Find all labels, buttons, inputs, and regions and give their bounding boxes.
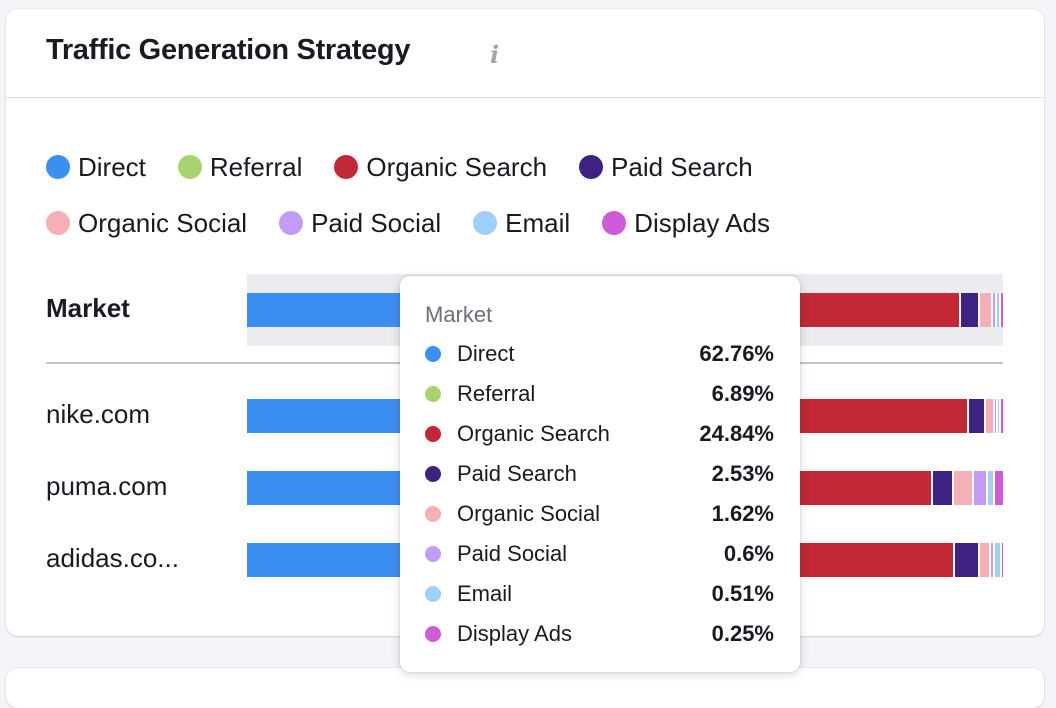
- tooltip-value: 62.76%: [699, 341, 774, 366]
- row-label-adidas-co: adidas.co...: [46, 543, 179, 573]
- legend-dot-icon: [46, 155, 70, 179]
- legend-label: Display Ads: [634, 207, 771, 238]
- bar-segment-paid-search[interactable]: [968, 399, 987, 433]
- tooltip-label: Email: [457, 581, 513, 606]
- legend-dot-icon: [602, 211, 627, 235]
- tooltip-dot-icon: [425, 506, 441, 522]
- next-card: [6, 668, 1044, 708]
- legend-item-direct[interactable]: Direct: [46, 152, 146, 183]
- legend-item-paid-search[interactable]: Paid Search: [579, 152, 753, 183]
- tooltip-dot-icon: [425, 466, 441, 482]
- bar-segment-display-ads[interactable]: [1001, 399, 1003, 433]
- bar-segment-email[interactable]: [994, 543, 1003, 577]
- chart-legend: Direct Referral Organic Search Paid Search O…: [46, 139, 896, 251]
- tooltip-row-direct: Direct 62.76%: [425, 334, 774, 374]
- legend-item-email[interactable]: Email: [473, 208, 570, 239]
- legend-item-organic-social[interactable]: Organic Social: [46, 208, 247, 239]
- tooltip-label: Referral: [457, 381, 536, 406]
- info-icon[interactable]: i: [490, 40, 499, 69]
- bar-segment-organic-search[interactable]: [773, 293, 962, 327]
- legend-row: Direct Referral Organic Search Paid Search: [46, 139, 896, 195]
- bar-segment-paid-search[interactable]: [955, 543, 981, 577]
- legend-label: Organic Social: [78, 207, 248, 238]
- bar-segment-display-ads[interactable]: [1001, 293, 1003, 327]
- tooltip-dot-icon: [425, 626, 441, 642]
- legend-dot-icon: [177, 155, 202, 179]
- tooltip-value: 2.53%: [711, 461, 774, 486]
- tooltip-value: 0.51%: [711, 581, 774, 606]
- bar-segment-organic-social[interactable]: [954, 471, 975, 505]
- legend-dot-icon: [46, 211, 70, 235]
- tooltip-label: Paid Search: [457, 461, 577, 486]
- tooltip-row-email: Email 0.51%: [425, 574, 774, 614]
- tooltip-dot-icon: [425, 386, 441, 402]
- legend-item-organic-search[interactable]: Organic Search: [334, 152, 547, 183]
- tooltip-value: 0.6%: [723, 541, 774, 566]
- legend-label: Direct: [78, 151, 146, 182]
- tooltip-row-paid-search: Paid Search 2.53%: [425, 454, 774, 494]
- bar-segment-display-ads[interactable]: [1002, 543, 1003, 577]
- legend-dot-icon: [579, 155, 604, 179]
- tooltip-row-organic-search: Organic Search 24.84%: [425, 414, 774, 454]
- legend-item-referral[interactable]: Referral: [177, 151, 303, 183]
- bar-segment-paid-search[interactable]: [961, 293, 981, 327]
- legend-item-paid-social[interactable]: Paid Social: [279, 208, 441, 239]
- card-header: Traffic Generation Strategy i: [6, 9, 1044, 98]
- row-label-market: Market: [46, 293, 130, 323]
- bar-segment-organic-social[interactable]: [980, 293, 993, 327]
- legend-dot-icon: [279, 211, 304, 235]
- tooltip: Market Direct 62.76% Referral 6.89% Organic …: [400, 276, 800, 672]
- bar-segment-display-ads[interactable]: [995, 471, 1003, 505]
- legend-item-display-ads[interactable]: Display Ads: [602, 208, 770, 239]
- bar-segment-email[interactable]: [987, 471, 996, 505]
- tooltip-row-paid-social: Paid Social 0.6%: [425, 534, 774, 574]
- tooltip-label: Organic Search: [457, 421, 610, 446]
- row-label-nike-com: nike.com: [46, 399, 151, 429]
- legend-label: Organic Search: [366, 151, 548, 182]
- tooltip-dot-icon: [425, 346, 441, 362]
- tooltip-label: Direct: [457, 341, 515, 366]
- legend-dot-icon: [334, 155, 359, 179]
- row-label-puma-com: puma.com: [46, 471, 168, 501]
- legend-label: Paid Social: [311, 207, 442, 238]
- tooltip-row-organic-social: Organic Social 1.62%: [425, 494, 774, 534]
- bar-segment-organic-social[interactable]: [986, 399, 996, 433]
- tooltip-label: Organic Social: [457, 501, 601, 526]
- legend-dot-icon: [473, 211, 498, 235]
- tooltip-label: Display Ads: [457, 621, 572, 646]
- tooltip-dot-icon: [425, 426, 441, 442]
- legend-label: Paid Search: [611, 151, 753, 182]
- tooltip-row-display-ads: Display Ads 0.25%: [425, 614, 774, 654]
- bar-segment-organic-social[interactable]: [980, 543, 991, 577]
- legend-label: Referral: [209, 151, 303, 182]
- tooltip-row-referral: Referral 6.89%: [425, 374, 774, 414]
- tooltip-value: 0.25%: [711, 621, 774, 646]
- tooltip-value: 6.89%: [711, 381, 774, 406]
- bar-segment-paid-social[interactable]: [974, 471, 988, 505]
- tooltip-title: Market: [425, 302, 493, 327]
- tooltip-dot-icon: [425, 586, 441, 602]
- tooltip-label: Paid Social: [457, 541, 568, 566]
- tooltip-dot-icon: [425, 546, 441, 562]
- bar-segment-organic-search[interactable]: [776, 399, 969, 433]
- legend-row: Organic Social Paid Social Email Display Ad…: [46, 195, 896, 251]
- tooltip-value: 24.84%: [699, 421, 774, 446]
- tooltip-value: 1.62%: [711, 501, 774, 526]
- card-title: Traffic Generation Strategy: [46, 34, 411, 66]
- bar-segment-paid-search[interactable]: [932, 471, 955, 505]
- legend-label: Email: [505, 207, 571, 238]
